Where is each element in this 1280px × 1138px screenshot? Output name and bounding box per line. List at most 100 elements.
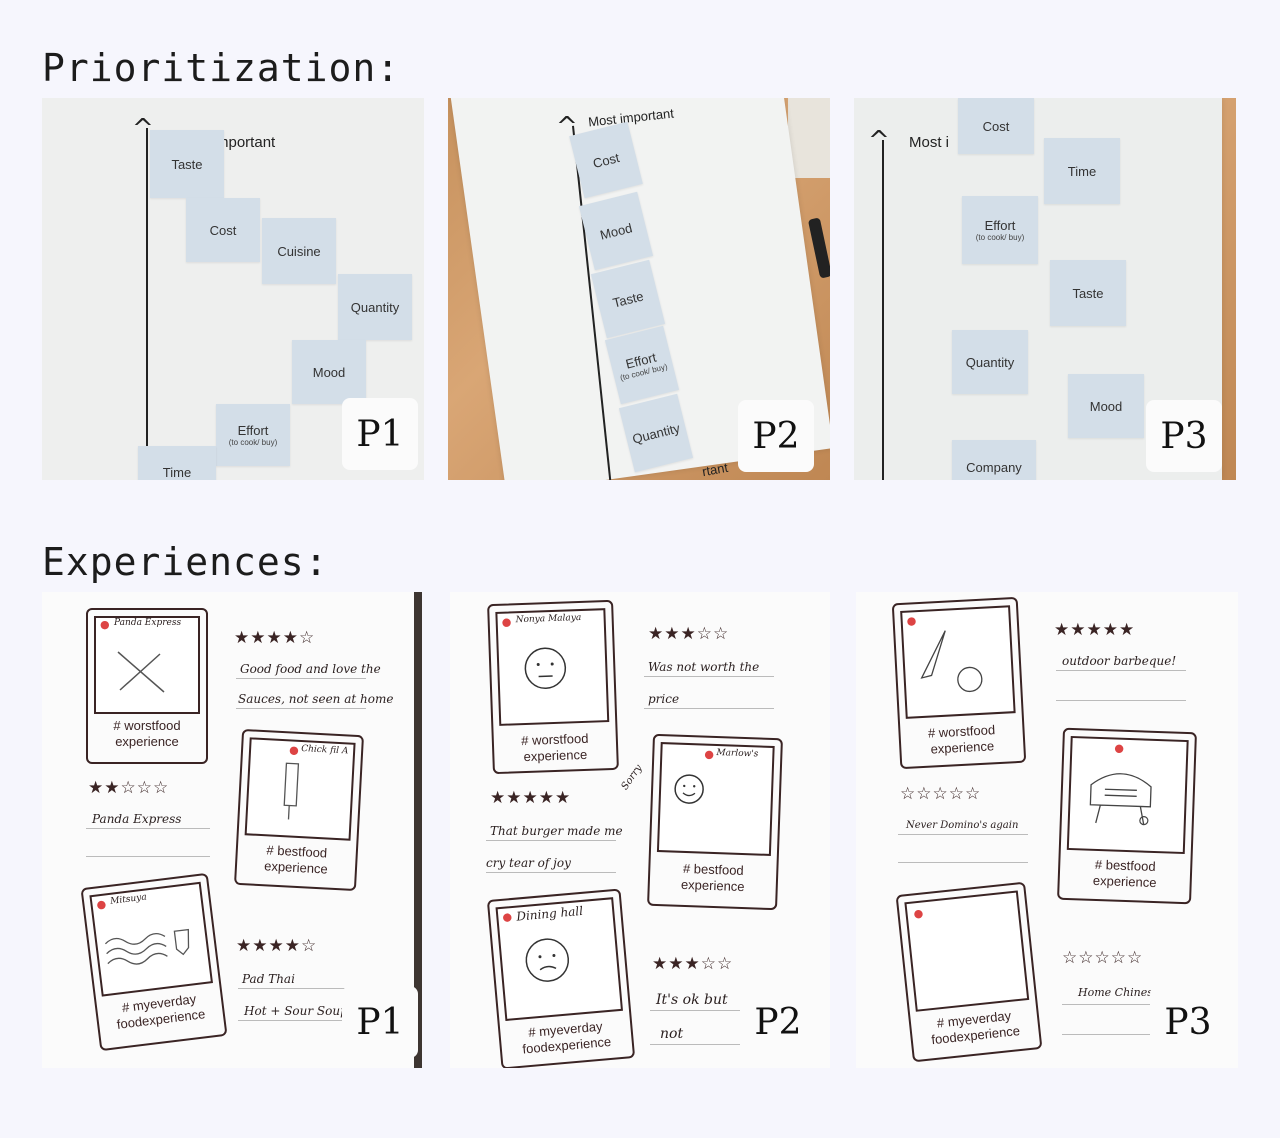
location-pin-icon: ● (906, 614, 917, 628)
everyday-food-card: ● # myeverday foodexperience (895, 881, 1043, 1063)
card-cuisine: Cuisine (262, 218, 336, 284)
card-effort-label: Effort (237, 423, 269, 438)
best-food-card: ● # bestfood experience (1057, 727, 1197, 905)
arrow-up-icon: ^ (868, 126, 890, 156)
prioritization-photo-p3: ^ Most i Cost Time Effort (to cook/ buy)… (854, 98, 1236, 480)
cross-sketch-icon (117, 651, 165, 693)
card-quantity: Quantity (338, 274, 412, 340)
rule-line (1056, 700, 1186, 701)
card-mood: Mood (1068, 374, 1144, 438)
worst-note-1: Was not worth the (648, 660, 760, 674)
axis-line (882, 140, 884, 480)
participant-label: P1 (342, 986, 418, 1058)
participant-label: P1 (342, 398, 418, 470)
worst-rating: ★★★☆☆ (648, 624, 730, 644)
card-effort-sub: (to cook/ buy) (228, 438, 278, 447)
everyday-rating: ★★★☆☆ (652, 954, 734, 974)
everyday-food-card: ● Mitsuya # myeverday foodexperience (80, 872, 228, 1052)
worst-note-2: price (648, 692, 680, 706)
pizza-sketch-icon (920, 630, 983, 693)
location-pin-icon: ● (95, 897, 107, 912)
sad-face-icon (525, 938, 570, 982)
popsicle-sketch-icon (283, 762, 300, 820)
best-caption: # bestfood experience (680, 860, 745, 895)
card-effort-sub: (to cook/ buy) (975, 233, 1025, 242)
worst-note: Never Domino's again (906, 820, 1019, 831)
rule-line (898, 834, 1028, 835)
best-note: outdoor barbeque! (1062, 654, 1177, 668)
neutral-face-icon (524, 647, 567, 690)
worst-caption: # worstfood experience (113, 718, 181, 749)
card-time: Time (138, 446, 216, 480)
location-pin-icon: ● (912, 906, 924, 921)
everyday-note-2: not (660, 1026, 684, 1042)
rule-line (486, 872, 616, 873)
worst-place: Panda Express (114, 618, 182, 628)
rule-line (650, 1044, 750, 1045)
prioritization-photo-p1: ^ Most important Taste Cost Cuisine Quan… (42, 98, 424, 480)
everyday-note: Home Chinese (1078, 986, 1160, 999)
worst-note: Panda Express (92, 812, 182, 826)
rule-line (238, 1020, 348, 1021)
rule-line (86, 856, 210, 857)
card-taste: Taste (1050, 260, 1126, 326)
location-pin-icon: ● (501, 615, 512, 629)
card-quantity: Quantity (952, 330, 1028, 394)
best-place: Marlow's (716, 748, 759, 760)
axis-label: Most i (909, 134, 950, 151)
card-cost: Cost (958, 98, 1034, 154)
experience-photo-p3: ● # worstfood experience ★★★★★ outdoor b… (856, 592, 1238, 1068)
worst-food-card: ● Panda Express # worstfood experience (86, 608, 208, 764)
best-food-card: ● Marlow's # bestfood experience (647, 733, 783, 911)
best-rating: ★★★★★ (1054, 620, 1136, 640)
rule-line (1056, 670, 1186, 671)
worst-rating: ★★☆☆☆ (88, 778, 170, 798)
everyday-rating: ☆☆☆☆☆ (1062, 948, 1144, 968)
card-effort: Effort (to cook/ buy) (962, 196, 1038, 264)
best-caption: # bestfood experience (263, 842, 329, 877)
rule-line (238, 988, 348, 989)
everyday-rating: ★★★★☆ (236, 936, 318, 956)
paper-stack (788, 98, 830, 178)
everyday-caption: # myeverday foodexperience (115, 991, 207, 1032)
smiley-face-icon (674, 774, 704, 804)
worst-food-card: ● # worstfood experience (891, 596, 1027, 770)
everyday-note-1: Pad Thai (242, 972, 295, 986)
best-note-1: That burger made me (490, 824, 623, 838)
card-cost: Cost (186, 198, 260, 262)
experience-photo-p1: ● Panda Express # worstfood experience ★… (42, 592, 422, 1068)
rule-line (644, 676, 774, 677)
location-pin-icon: ● (100, 618, 110, 631)
experience-photo-p2: ● Nonya Malaya # worstfood experience ★★… (450, 592, 830, 1068)
rule-line (644, 708, 774, 709)
card-company: Company (952, 440, 1036, 480)
everyday-caption: # myeverday foodexperience (930, 1007, 1021, 1048)
prioritization-photo-p2: ^ Most important Cost Mood Taste Effort … (448, 98, 830, 480)
rule-line (650, 1010, 750, 1011)
card-time: Time (1044, 138, 1120, 204)
location-pin-icon: ● (1114, 741, 1125, 755)
best-note-2: Sauces, not seen at home (238, 692, 394, 706)
card-taste: Taste (150, 130, 224, 198)
everyday-note-1: It's ok but (656, 992, 728, 1008)
participant-label: P2 (740, 986, 816, 1058)
best-note-1: Good food and love the (240, 662, 381, 676)
location-pin-icon: ● (501, 910, 513, 924)
rule-line (486, 840, 616, 841)
location-pin-icon: ● (704, 747, 715, 761)
participant-label: P3 (1150, 986, 1226, 1058)
worst-food-card: ● Nonya Malaya # worstfood experience (487, 599, 619, 775)
grill-sketch-icon (1089, 773, 1152, 826)
worst-caption: # worstfood experience (927, 722, 996, 757)
card-mood: Mood (292, 340, 366, 404)
rule-line (236, 678, 366, 679)
axis-line (146, 128, 148, 480)
participant-label: P3 (1146, 400, 1222, 472)
everyday-food-card: ● Dining hall # myeverday foodexperience (486, 888, 636, 1068)
location-pin-icon: ● (288, 743, 300, 757)
worst-caption: # worstfood experience (520, 730, 589, 765)
rule-line (236, 708, 366, 709)
rule-line (898, 862, 1028, 863)
everyday-caption: # myeverday foodexperience (521, 1018, 612, 1057)
best-rating: ★★★★☆ (234, 628, 316, 648)
